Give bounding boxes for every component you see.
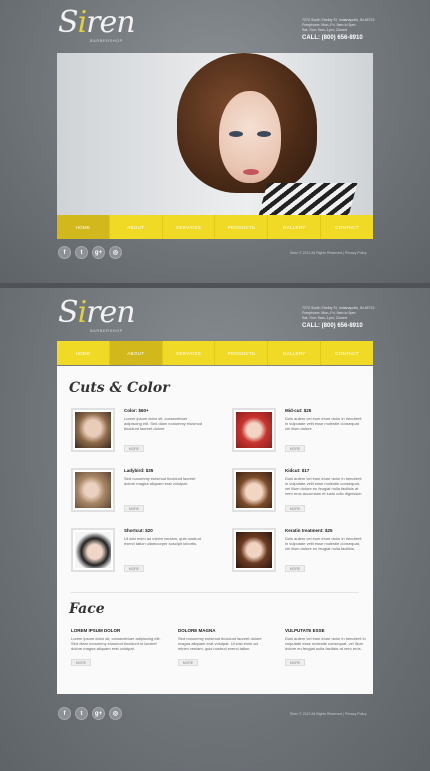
phone-number: CALL: (800) 656-8910: [302, 323, 363, 329]
service-description: Ut wisi enim ad minim veniam, quis nostr…: [124, 536, 201, 546]
face-column-text: Sed nonummy euismod tincidunt laoreet do…: [178, 636, 262, 651]
service-description: Sed nonummy euismod tincidunt laoreet do…: [124, 476, 196, 486]
service-title: Color: $60+: [124, 408, 149, 413]
nav-products[interactable]: PRODUCTS: [215, 215, 269, 239]
nav-home[interactable]: HOME: [57, 341, 110, 365]
face-column: DOLORE MAGNA Sed nonummy euismod tincidu…: [178, 628, 268, 666]
service-description: Lorem ipsum dolor sit, consectetuer adip…: [124, 416, 203, 431]
service-card: Color: $60+ Lorem ipsum dolor sit, conse…: [71, 408, 211, 460]
dribbble-icon[interactable]: ◎: [109, 246, 122, 259]
logo-letters: ren: [86, 5, 135, 40]
brand-tagline: BARBERSHOP: [90, 38, 123, 43]
nav-gallery[interactable]: GALLERY: [268, 215, 322, 239]
face-heading: Face: [69, 601, 105, 617]
more-button[interactable]: MORE: [178, 659, 198, 666]
hero-eye: [257, 131, 271, 137]
nav-services[interactable]: SERVICES: [163, 341, 216, 365]
portrait-photo: [75, 412, 111, 448]
service-card: Shortcut: $20 Ut wisi enim ad minim veni…: [71, 528, 211, 580]
face-column-text: Lorem ipsum dolor sit, consectetuer adip…: [71, 636, 161, 651]
nav-contact[interactable]: CONTACT: [321, 341, 373, 365]
more-button[interactable]: MORE: [124, 445, 144, 452]
nav-gallery[interactable]: GALLERY: [268, 341, 322, 365]
face-column: VULPUTATE ESSE Duis autem vel eum iriure…: [285, 628, 375, 666]
face-column-title: LOREM IPSUM DOLOR: [71, 628, 121, 633]
logo-letter-accent: i: [77, 295, 88, 330]
service-card: Ladybird: $35 Sed nonummy euismod tincid…: [71, 468, 211, 520]
more-button[interactable]: MORE: [71, 659, 91, 666]
service-card: Mid-cut: $25 Duis autem vel eum iriure d…: [232, 408, 372, 460]
service-card: Keratin treatment: $25 Duis autem vel eu…: [232, 528, 372, 580]
brand-logo[interactable]: Siren: [58, 295, 136, 330]
hours-line: Sat, Sun: 9am–1pm; Closed: [302, 316, 347, 320]
twitter-icon[interactable]: t: [75, 246, 88, 259]
nav-contact[interactable]: CONTACT: [321, 215, 373, 239]
face-column-text: Duis autem vel eum iriure dolor in hendr…: [285, 636, 366, 651]
brand-tagline: BARBERSHOP: [90, 328, 123, 333]
logo-letter: S: [58, 295, 79, 330]
logo-letter-accent: i: [77, 5, 88, 40]
service-description: Duis autem vel eum iriure dolor in hendr…: [285, 416, 362, 431]
portrait-photo: [75, 532, 111, 568]
service-title: Kidcut: $17: [285, 468, 310, 473]
social-links: f t g+ ◎: [58, 246, 122, 259]
more-button[interactable]: MORE: [285, 445, 305, 452]
cuts-heading: Cuts & Color: [69, 380, 170, 396]
service-thumbnail[interactable]: [71, 528, 115, 572]
hero-lips: [243, 169, 259, 175]
more-button[interactable]: MORE: [124, 505, 144, 512]
main-nav: HOME ABOUT SERVICES PRODUCTS GALLERY CON…: [57, 341, 373, 365]
section-divider: [71, 592, 359, 593]
logo-letters: ren: [86, 295, 135, 330]
google-plus-icon[interactable]: g+: [92, 707, 105, 720]
more-button[interactable]: MORE: [285, 659, 305, 666]
hero-eye: [229, 131, 243, 137]
nav-home[interactable]: HOME: [57, 215, 110, 239]
service-thumbnail[interactable]: [71, 408, 115, 452]
portrait-photo: [236, 472, 272, 508]
face-column-title: VULPUTATE ESSE: [285, 628, 325, 633]
social-links: f t g+ ◎: [58, 707, 122, 720]
service-card: Kidcut: $17 Duis autem vel eum iriure do…: [232, 468, 372, 520]
hero-image: [57, 53, 373, 215]
nav-about[interactable]: ABOUT: [110, 215, 163, 239]
service-title: Keratin treatment: $25: [285, 528, 333, 533]
hours-line: Sat, Sun: 9am–1pm; Closed: [302, 28, 347, 32]
service-description: Duis autem vel eum iriure dolor in hendr…: [285, 476, 362, 496]
face-column: LOREM IPSUM DOLOR Lorem ipsum dolor sit,…: [71, 628, 161, 666]
service-thumbnail[interactable]: [232, 408, 276, 452]
service-title: Mid-cut: $25: [285, 408, 312, 413]
more-button[interactable]: MORE: [285, 505, 305, 512]
face-column-title: DOLORE MAGNA: [178, 628, 216, 633]
facebook-icon[interactable]: f: [58, 246, 71, 259]
portrait-photo: [75, 472, 111, 508]
more-button[interactable]: MORE: [124, 565, 144, 572]
service-title: Shortcut: $20: [124, 528, 153, 533]
nav-products[interactable]: PRODUCTS: [215, 341, 269, 365]
brand-logo[interactable]: Siren: [58, 5, 136, 40]
service-thumbnail[interactable]: [71, 468, 115, 512]
service-thumbnail[interactable]: [232, 468, 276, 512]
portrait-photo: [236, 412, 272, 448]
facebook-icon[interactable]: f: [58, 707, 71, 720]
logo-letter: S: [58, 5, 79, 40]
google-plus-icon[interactable]: g+: [92, 246, 105, 259]
phone-number: CALL: (800) 656-8910: [302, 35, 363, 41]
twitter-icon[interactable]: t: [75, 707, 88, 720]
portrait-photo: [236, 532, 272, 568]
service-title: Ladybird: $35: [124, 468, 154, 473]
service-thumbnail[interactable]: [232, 528, 276, 572]
footer-copyright: Siren © 2012 All Rights Reserved | Priva…: [290, 251, 367, 255]
service-description: Duis autem vel eum iriure dolor in hendr…: [285, 536, 362, 551]
hero-collar: [256, 183, 358, 215]
nav-services[interactable]: SERVICES: [163, 215, 216, 239]
contact-info: 7270 South Shelby St, Indianapolis, IN 4…: [302, 306, 382, 330]
nav-about[interactable]: ABOUT: [109, 341, 163, 365]
main-nav: HOME ABOUT SERVICES PRODUCTS GALLERY CON…: [57, 215, 373, 239]
dribbble-icon[interactable]: ◎: [109, 707, 122, 720]
footer-copyright: Siren © 2012 All Rights Reserved | Priva…: [290, 712, 367, 716]
contact-info: 7270 South Shelby St, Indianapolis, IN 4…: [302, 18, 382, 42]
more-button[interactable]: MORE: [285, 565, 305, 572]
